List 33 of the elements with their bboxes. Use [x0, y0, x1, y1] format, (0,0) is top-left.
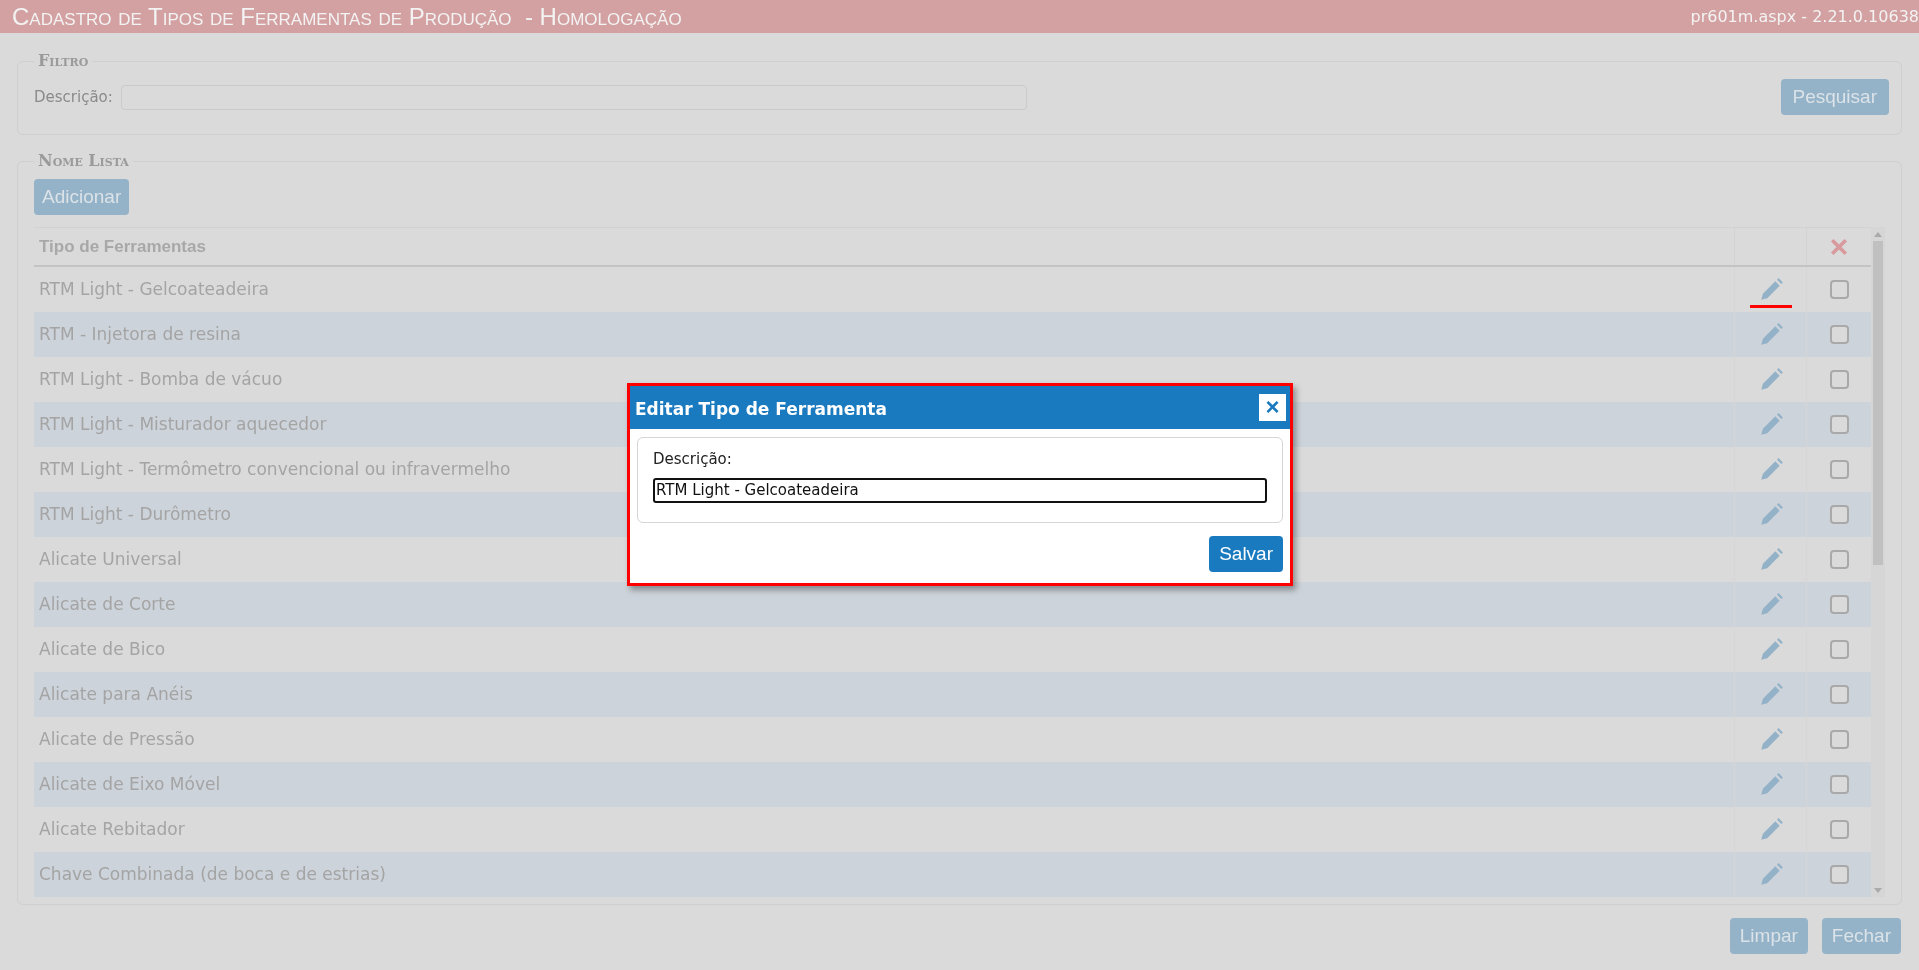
- filter-legend: Filtro: [34, 49, 93, 73]
- delete-icon[interactable]: [1830, 237, 1848, 256]
- list-legend: Nome Lista: [34, 149, 133, 173]
- field-label: Descrição:: [653, 449, 733, 470]
- row-checkbox[interactable]: [1829, 640, 1849, 659]
- footer-button[interactable]: Fechar: [1821, 918, 1901, 954]
- row-checkbox[interactable]: [1829, 280, 1849, 299]
- add-button[interactable]: Adicionar: [34, 179, 130, 215]
- description-field[interactable]: RTM Light - Gelcoateadeira: [653, 477, 1267, 503]
- row-checkbox[interactable]: [1829, 415, 1849, 434]
- search-button[interactable]: Pesquisar: [1780, 79, 1889, 115]
- row-checkbox[interactable]: [1829, 325, 1849, 344]
- row-checkbox[interactable]: [1829, 820, 1849, 839]
- save-button[interactable]: Salvar: [1209, 536, 1283, 572]
- row-checkbox[interactable]: [1829, 595, 1849, 614]
- page-title: Cadastro de Tipos de Ferramentas de Produção - Homologação: [12, 1, 682, 32]
- row-checkbox[interactable]: [1829, 775, 1849, 794]
- scroll-down-icon[interactable]: [1874, 887, 1882, 893]
- row-checkbox[interactable]: [1829, 505, 1849, 524]
- row-checkbox[interactable]: [1829, 370, 1849, 389]
- dialog-title: Editar Tipo de Ferramenta: [635, 397, 887, 421]
- row-checkbox[interactable]: [1829, 685, 1849, 704]
- footer-button[interactable]: Limpar: [1729, 918, 1808, 954]
- field-label: Descrição:: [34, 86, 113, 108]
- underline-mark: [1749, 305, 1792, 308]
- row-checkbox[interactable]: [1829, 460, 1849, 479]
- row-checkbox[interactable]: [1829, 550, 1849, 569]
- row-checkbox[interactable]: [1829, 730, 1849, 749]
- close-button[interactable]: ×: [1259, 393, 1286, 421]
- scroll-up-icon[interactable]: [1874, 231, 1882, 237]
- scrollbar[interactable]: [1871, 227, 1885, 897]
- version-label: pr601m.aspx - 2.21.0.10638: [1690, 5, 1919, 28]
- row-checkbox[interactable]: [1829, 865, 1849, 884]
